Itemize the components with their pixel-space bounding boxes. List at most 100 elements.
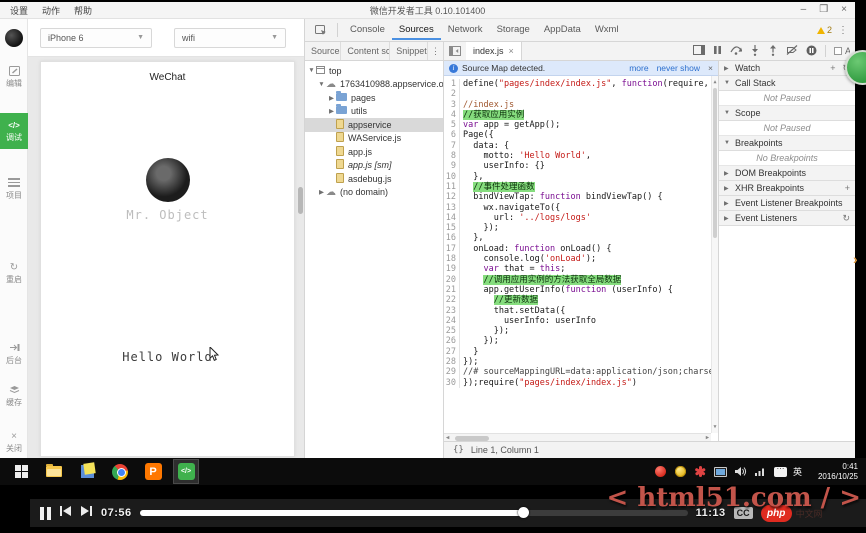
next-button[interactable]	[80, 504, 93, 522]
expand-arrow-icon[interactable]: ▶	[724, 65, 731, 72]
volume-icon[interactable]	[733, 464, 748, 479]
taskbar-clock[interactable]: 0:41 2016/10/25	[807, 462, 863, 481]
line-number-gutter[interactable]: 28	[444, 357, 460, 367]
line-number-gutter[interactable]: 11	[444, 182, 460, 192]
tree-item-pages[interactable]: ▶pages	[305, 91, 443, 105]
line-number-gutter[interactable]: 26	[444, 336, 460, 346]
taskbar-app-wechat-devtools[interactable]: </>	[173, 459, 199, 484]
step-over-icon[interactable]	[730, 45, 742, 57]
line-number-gutter[interactable]: 27	[444, 347, 460, 357]
section-header-xhr-breakpoints[interactable]: ▶XHR Breakpoints+	[719, 181, 855, 196]
line-number-gutter[interactable]: 20	[444, 275, 460, 285]
coin-icon[interactable]	[673, 464, 688, 479]
start-button[interactable]	[8, 459, 34, 484]
sidebar-item-debug[interactable]: </>调试	[0, 113, 28, 149]
tree-item-utils[interactable]: ▶utils	[305, 105, 443, 119]
line-number-gutter[interactable]: 29	[444, 367, 460, 377]
taskbar-app-wps[interactable]: P	[140, 459, 166, 484]
add-icon[interactable]: +	[830, 63, 835, 74]
menu-item-动作[interactable]: 动作	[42, 4, 60, 17]
line-number-gutter[interactable]: 6	[444, 130, 460, 140]
devtools-menu-icon[interactable]: ⋮	[838, 25, 848, 36]
ime-language-indicator[interactable]: 英	[793, 465, 802, 478]
simulator-scrollbar[interactable]	[298, 187, 303, 214]
tree-item-app-js--sm-[interactable]: app.js [sm]	[305, 159, 443, 173]
section-header-breakpoints[interactable]: ▼Breakpoints	[719, 136, 855, 151]
pause-script-icon[interactable]	[713, 45, 722, 57]
tab-console[interactable]: Console	[343, 20, 392, 40]
progress-bar[interactable]	[140, 510, 688, 516]
tree-item-appservice[interactable]: appservice	[305, 118, 443, 132]
tree-right-arrow-icon[interactable]: ▶	[317, 188, 326, 196]
deactivate-breakpoints-icon[interactable]	[786, 45, 798, 57]
tab-appdata[interactable]: AppData	[537, 20, 588, 40]
sidebar-item-restart[interactable]: ↻重启	[0, 262, 28, 284]
panel-toggle-icon[interactable]	[693, 45, 705, 57]
refresh-icon[interactable]: ↻	[842, 213, 850, 224]
add-icon[interactable]: +	[845, 183, 850, 193]
expand-arrow-icon[interactable]: ▶	[724, 215, 731, 222]
line-number-gutter[interactable]: 5	[444, 120, 460, 130]
line-number-gutter[interactable]: 1	[444, 79, 460, 89]
line-number-gutter[interactable]: 12	[444, 192, 460, 202]
editor-horizontal-scrollbar[interactable]: ◀ ▶	[444, 433, 711, 441]
tree-item--no-domain-[interactable]: ▶☁(no domain)	[305, 186, 443, 200]
toggle-navigator-icon[interactable]	[444, 42, 466, 60]
ime-panel-icon[interactable]	[773, 464, 788, 479]
section-header-scope[interactable]: ▼Scope	[719, 106, 855, 121]
subtabs-menu-icon[interactable]: ⋮	[428, 42, 443, 60]
expand-arrow-icon[interactable]: ▶	[724, 200, 731, 207]
line-number-gutter[interactable]: 9	[444, 161, 460, 171]
sidebar-item-close[interactable]: ×关闭	[0, 431, 28, 453]
progress-thumb[interactable]	[518, 507, 529, 518]
scroll-down-icon[interactable]: ▼	[712, 422, 718, 432]
tree-down-arrow-icon[interactable]: ▼	[307, 67, 316, 74]
inspect-element-icon[interactable]	[310, 25, 332, 36]
pause-on-exceptions-icon[interactable]	[806, 45, 817, 58]
menu-item-帮助[interactable]: 帮助	[74, 4, 92, 17]
pause-button[interactable]	[40, 507, 51, 520]
line-number-gutter[interactable]: 14	[444, 213, 460, 223]
tree-item-asdebug-js[interactable]: asdebug.js	[305, 172, 443, 186]
line-number-gutter[interactable]: 23	[444, 306, 460, 316]
collapse-arrow-icon[interactable]: ▼	[724, 110, 731, 116]
minimize-button[interactable]: –	[801, 5, 807, 15]
display-icon[interactable]	[713, 464, 728, 479]
line-number-gutter[interactable]: 7	[444, 141, 460, 151]
subtab-sources[interactable]: Sources	[305, 42, 341, 60]
sidebar-item-edit[interactable]: 编辑	[0, 66, 28, 88]
qq-icon[interactable]	[653, 464, 668, 479]
menu-item-设置[interactable]: 设置	[10, 4, 28, 17]
line-number-gutter[interactable]: 21	[444, 285, 460, 295]
line-number-gutter[interactable]: 15	[444, 223, 460, 233]
line-number-gutter[interactable]: 18	[444, 254, 460, 264]
close-button[interactable]: ×	[841, 5, 847, 15]
scroll-left-icon[interactable]: ◀	[446, 434, 449, 441]
line-number-gutter[interactable]: 2	[444, 89, 460, 99]
tree-right-arrow-icon[interactable]: ▶	[327, 94, 336, 102]
device-select[interactable]: iPhone 6 ▼	[40, 28, 152, 48]
sidebar-item-cache[interactable]: 缓存	[0, 385, 28, 407]
warnings-badge[interactable]: 2	[817, 25, 832, 35]
tree-item-waservice-js[interactable]: WAService.js	[305, 132, 443, 146]
editor-vertical-scrollbar[interactable]: ▲ ▼	[711, 76, 718, 433]
line-number-gutter[interactable]: 25	[444, 326, 460, 336]
tab-storage[interactable]: Storage	[490, 20, 537, 40]
subtab-snippets[interactable]: Snippets	[390, 42, 428, 60]
user-avatar[interactable]	[5, 29, 23, 47]
open-file-tab[interactable]: index.js ×	[466, 42, 522, 60]
scroll-right-icon[interactable]: ▶	[706, 434, 709, 441]
network-select[interactable]: wifi ▼	[174, 28, 286, 48]
section-header-call-stack[interactable]: ▼Call Stack	[719, 76, 855, 91]
section-header-dom-breakpoints[interactable]: ▶DOM Breakpoints	[719, 166, 855, 181]
line-number-gutter[interactable]: 22	[444, 295, 460, 305]
edge-expand-arrow-icon[interactable]: ›	[853, 251, 858, 267]
previous-button[interactable]	[59, 504, 72, 522]
line-number-gutter[interactable]: 24	[444, 316, 460, 326]
code-editor[interactable]: i Source Map detected. more never show ×	[444, 61, 719, 441]
tree-right-arrow-icon[interactable]: ▶	[327, 107, 336, 115]
line-number-gutter[interactable]: 16	[444, 233, 460, 243]
sidebar-item-background[interactable]: 后台	[0, 343, 28, 365]
line-number-gutter[interactable]: 8	[444, 151, 460, 161]
step-into-icon[interactable]	[750, 45, 760, 58]
